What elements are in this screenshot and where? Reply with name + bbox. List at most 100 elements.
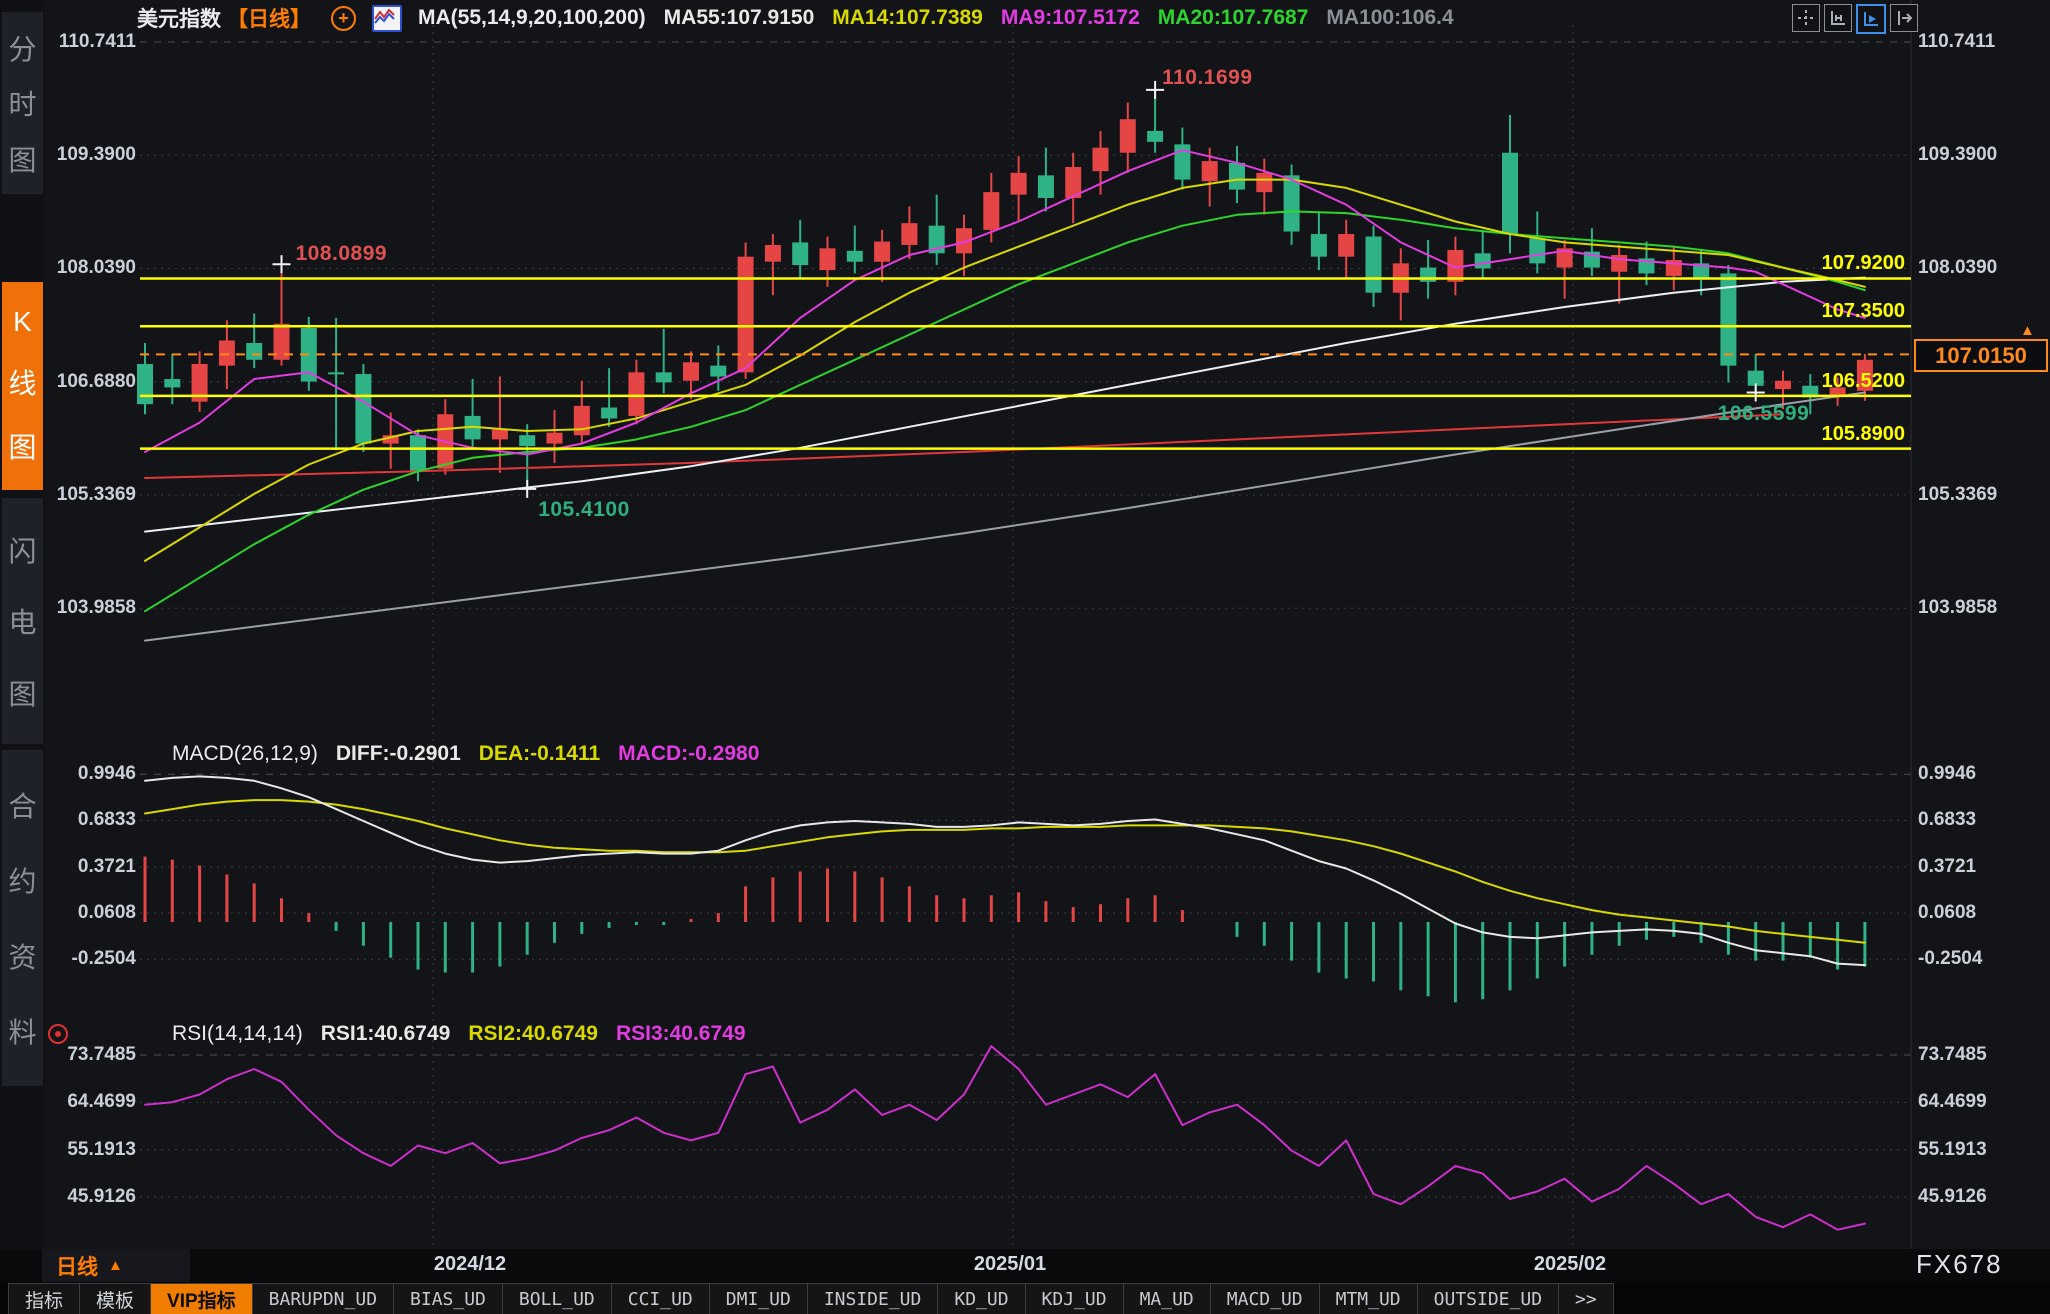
- sidebar-tab-char: 图: [8, 426, 36, 466]
- candle-body: [847, 251, 863, 262]
- sidebar-tab-K线图[interactable]: K线图: [2, 282, 43, 490]
- date-axis-row: 日线 ▲ 2024/12 2025/01 2025/02 FX678: [0, 1249, 2050, 1282]
- period-caret-icon: ▲: [108, 1257, 123, 1274]
- toolbar-tab-INSIDE_UD[interactable]: INSIDE_UD: [808, 1283, 939, 1314]
- macd-diff-line: [145, 776, 1865, 965]
- sidebar-tab-char: 闪: [8, 530, 36, 570]
- sidebar-tab-char: 分: [8, 28, 36, 68]
- rsi-line: [145, 1046, 1865, 1230]
- period-selector[interactable]: 日线 ▲: [42, 1249, 190, 1282]
- goto-last-bar-button[interactable]: [1890, 4, 1918, 32]
- sidebar-tab-char: 料: [8, 1011, 36, 1051]
- candle-body: [1120, 119, 1136, 153]
- toolbar-tab-MA_UD[interactable]: MA_UD: [1124, 1283, 1211, 1314]
- sidebar: 分时图K线图闪电图合约资料: [0, 0, 45, 1249]
- macd-dea-line: [145, 800, 1865, 943]
- sidebar-tab-char: 线: [8, 362, 36, 402]
- date-label: 2025/02: [1534, 1253, 1606, 1276]
- candle-body: [246, 343, 262, 360]
- sidebar-tab-char: 合: [8, 785, 36, 825]
- date-label: 2025/01: [974, 1253, 1046, 1276]
- candle-body: [1011, 173, 1027, 195]
- axis-scale-button[interactable]: [1824, 4, 1852, 32]
- candle-body: [137, 364, 153, 404]
- toolbar-tab-KD_UD[interactable]: KD_UD: [938, 1283, 1025, 1314]
- date-label: 2024/12: [434, 1253, 506, 1276]
- candle-body: [219, 340, 235, 365]
- candle-body: [656, 372, 672, 382]
- candle-body: [1338, 234, 1354, 257]
- candle-body: [1830, 387, 1846, 395]
- toolbar-tab-VIP指标[interactable]: VIP指标: [151, 1283, 253, 1314]
- candle-body: [765, 245, 781, 262]
- candle-body: [683, 362, 699, 380]
- candle-body: [547, 433, 563, 444]
- candle-body: [1147, 131, 1163, 142]
- price-up-arrow-icon: ▲: [2020, 322, 2035, 339]
- candle-body: [1038, 175, 1054, 198]
- sidebar-tab-闪电图[interactable]: 闪电图: [2, 498, 43, 744]
- candle-body: [1857, 360, 1873, 391]
- period-label: 日线: [56, 1251, 98, 1281]
- current-price-tag: 107.0150: [1914, 339, 2048, 372]
- toolbar-tab-DMI_UD[interactable]: DMI_UD: [710, 1283, 808, 1314]
- candle-body: [574, 406, 590, 435]
- candle-body: [1093, 148, 1109, 171]
- toolbar-tab-MACD_UD[interactable]: MACD_UD: [1211, 1283, 1320, 1314]
- sidebar-tab-char: 电: [8, 601, 36, 641]
- candle-body: [601, 408, 617, 419]
- watermark: FX678: [1916, 1249, 2003, 1280]
- candle-body: [1775, 381, 1791, 389]
- candle-body: [1502, 153, 1518, 234]
- candle-body: [1256, 173, 1272, 192]
- candle-body: [710, 366, 726, 377]
- candle-body: [1529, 238, 1545, 263]
- candle-body: [628, 372, 644, 416]
- toolbar-tab-BIAS_UD[interactable]: BIAS_UD: [394, 1283, 503, 1314]
- toolbar-tab->>[interactable]: >>: [1559, 1283, 1614, 1314]
- candle-body: [1366, 237, 1382, 293]
- indicator-toolbar: 指标模板VIP指标BARUPDN_UDBIAS_UDBOLL_UDCCI_UDD…: [0, 1282, 2050, 1314]
- candle-body: [1475, 253, 1491, 268]
- pan-crosshair-button[interactable]: [1792, 4, 1820, 32]
- sidebar-tab-合约资料[interactable]: 合约资料: [2, 750, 43, 1086]
- candle-body: [1311, 234, 1327, 257]
- toolbar-tab-CCI_UD[interactable]: CCI_UD: [612, 1283, 710, 1314]
- sidebar-tab-char: 资: [8, 936, 36, 976]
- sidebar-tab-char: 图: [8, 673, 36, 713]
- toolbar-tab-BARUPDN_UD[interactable]: BARUPDN_UD: [253, 1283, 394, 1314]
- candle-body: [874, 242, 890, 262]
- toolbar-tab-BOLL_UD[interactable]: BOLL_UD: [503, 1283, 612, 1314]
- trading-app: 美元指数 【日线】 + MA(55,14,9,20,100,200) MA55:…: [0, 0, 2050, 1314]
- candle-body: [355, 374, 371, 444]
- chart-canvas[interactable]: [0, 0, 2050, 1249]
- sidebar-tab-分时图[interactable]: 分时图: [2, 12, 43, 194]
- candle-body: [792, 242, 808, 265]
- toolbar-tab-KDJ_UD[interactable]: KDJ_UD: [1026, 1283, 1124, 1314]
- candle-body: [1229, 163, 1245, 190]
- candle-body: [328, 372, 344, 374]
- toolbar-tab-MTM_UD[interactable]: MTM_UD: [1320, 1283, 1418, 1314]
- sidebar-tab-char: 时: [8, 83, 36, 123]
- ma20-line: [145, 211, 1865, 611]
- ma55-line: [145, 278, 1865, 532]
- sidebar-tab-char: K: [13, 306, 32, 338]
- axis-auto-button[interactable]: [1856, 4, 1886, 34]
- candle-body: [1284, 175, 1300, 231]
- candle-body: [820, 248, 836, 270]
- toolbar-tab-指标[interactable]: 指标: [8, 1283, 80, 1314]
- ma100-line: [145, 393, 1865, 641]
- sidebar-tab-char: 约: [8, 860, 36, 900]
- toolbar-tab-OUTSIDE_UD[interactable]: OUTSIDE_UD: [1418, 1283, 1559, 1314]
- candle-body: [901, 223, 917, 245]
- candle-body: [492, 429, 508, 439]
- ma14-line: [145, 180, 1865, 561]
- candle-body: [519, 435, 535, 446]
- candle-body: [410, 435, 426, 471]
- chart-toolbar-buttons: [1792, 4, 1918, 34]
- candle-body: [164, 379, 180, 387]
- locate-icon[interactable]: [48, 1024, 68, 1044]
- toolbar-tab-模板[interactable]: 模板: [80, 1283, 151, 1314]
- sidebar-tab-char: 图: [8, 139, 36, 179]
- candle-body: [1202, 161, 1218, 181]
